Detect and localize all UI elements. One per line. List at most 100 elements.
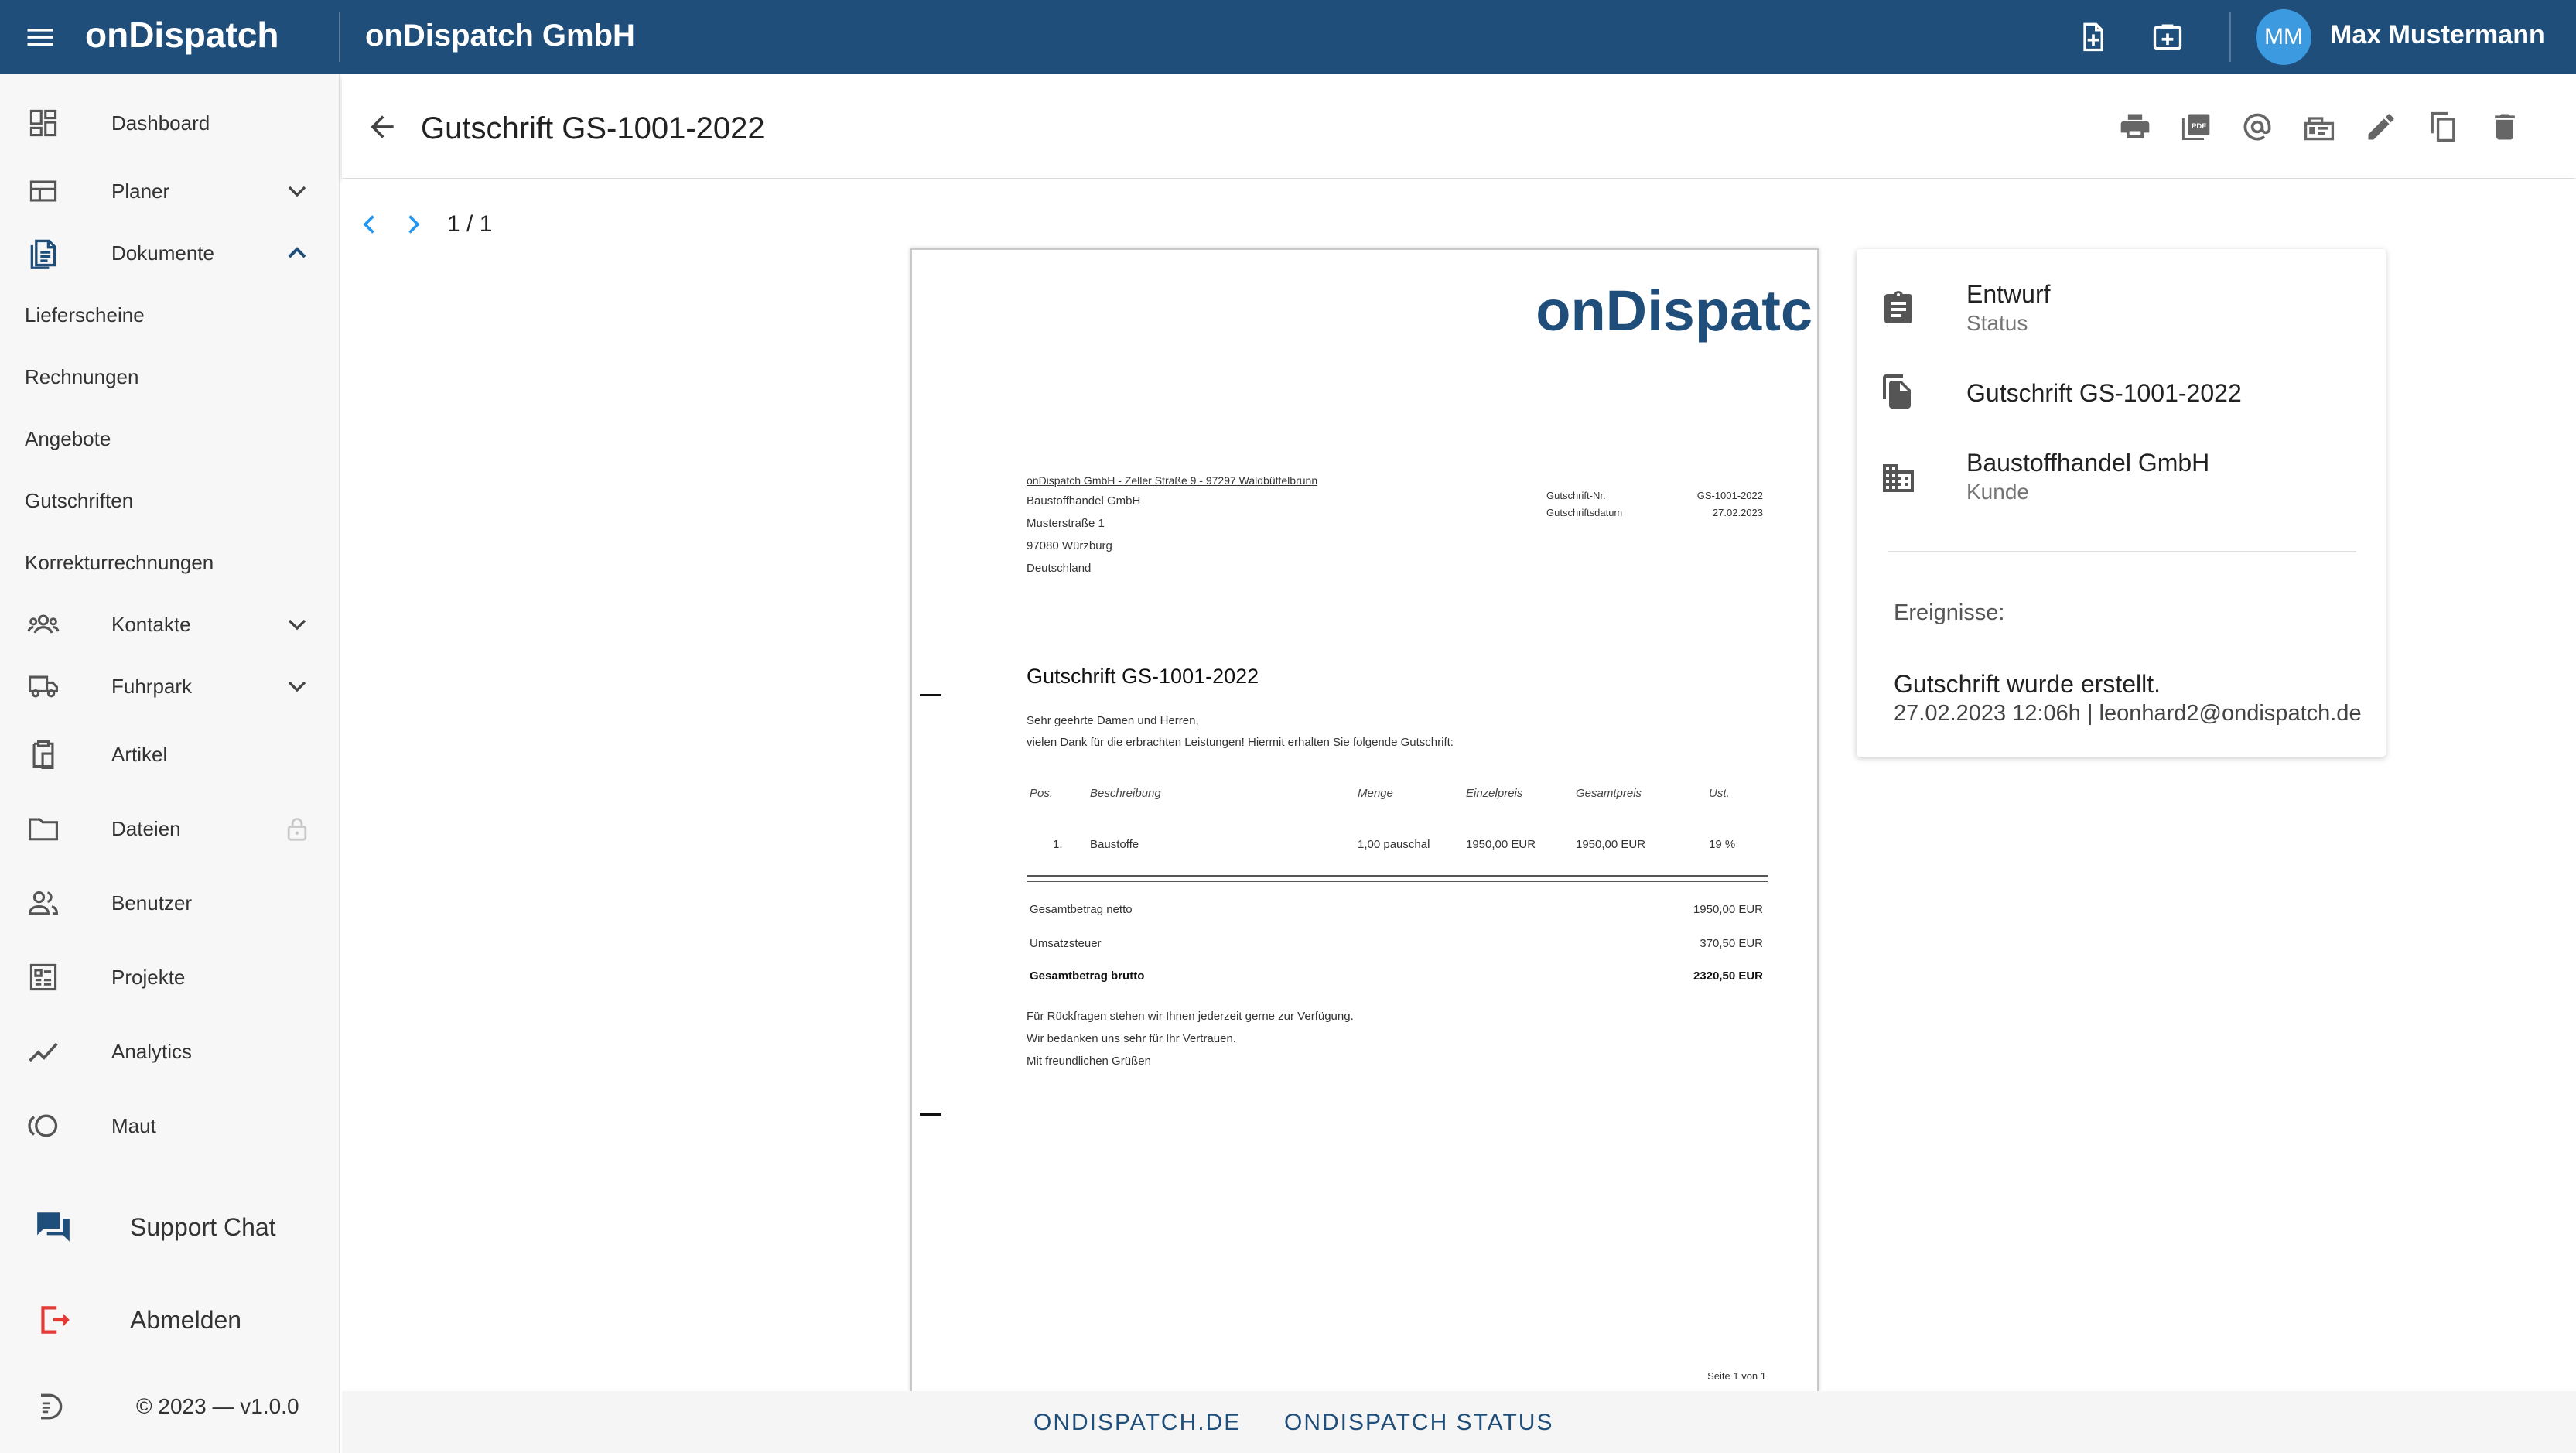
- status-label: Status: [1966, 311, 2028, 335]
- document-preview[interactable]: onDispatc onDispatch GmbH - Zeller Straß…: [910, 248, 1819, 1391]
- logout-label: Abmelden: [130, 1305, 242, 1334]
- total-label: Gesamtbetrag brutto: [1030, 969, 1145, 983]
- top-app-bar: onDispatch onDispatch GmbH MM Max Muster…: [0, 0, 2576, 74]
- sidebar-item-fuhrpark[interactable]: Fuhrpark: [0, 659, 340, 713]
- sidebar-item-kontakte[interactable]: Kontakte: [0, 597, 340, 651]
- sidebar-item-label: Fuhrpark: [111, 674, 193, 698]
- sidebar-item-label: Benutzer: [111, 891, 193, 915]
- row-description: Baustoffe: [1090, 838, 1139, 851]
- topbar-divider-right: [2229, 12, 2231, 62]
- add-box-icon[interactable]: [2151, 20, 2185, 54]
- event-text: Gutschrift wurde erstellt.: [1894, 670, 2161, 698]
- column-header: Beschreibung: [1090, 787, 1161, 800]
- sidebar-item-label: Dokumente: [111, 241, 214, 265]
- sidebar-item-artikel[interactable]: Artikel: [0, 727, 340, 781]
- total-value: 2320,50 EUR: [1693, 969, 1763, 983]
- document-name[interactable]: Gutschrift GS-1001-2022: [1966, 379, 2242, 408]
- chevron-down-icon[interactable]: [282, 176, 313, 207]
- sidebar-item-analytics[interactable]: Analytics: [0, 1024, 340, 1079]
- chevron-up-icon[interactable]: [282, 238, 313, 268]
- meta-label: Gutschrift-Nr.: [1546, 490, 1606, 501]
- page-navigator: 1 / 1: [356, 209, 492, 240]
- app-logo[interactable]: onDispatch: [85, 14, 278, 56]
- planner-icon: [26, 174, 60, 208]
- sidebar-item-label: Dateien: [111, 816, 181, 840]
- send-icon[interactable]: [2302, 110, 2336, 144]
- sidebar-item-dokumente[interactable]: Dokumente: [0, 226, 340, 280]
- toll-icon: [26, 1109, 60, 1143]
- support-chat-button[interactable]: Support Chat: [0, 1196, 340, 1258]
- row-vat: 19 %: [1709, 838, 1736, 851]
- menu-icon[interactable]: [23, 20, 57, 54]
- support-chat-label: Support Chat: [130, 1212, 276, 1241]
- pdf-icon[interactable]: PDF: [2178, 110, 2212, 144]
- logout-button[interactable]: Abmelden: [0, 1289, 340, 1351]
- info-card: Entwurf Status Gutschrift GS-1001-2022 B…: [1857, 249, 2386, 757]
- chevron-down-icon[interactable]: [282, 609, 313, 640]
- back-arrow-icon[interactable]: [365, 110, 399, 144]
- document-logo: onDispatc: [1536, 279, 1812, 343]
- svg-text:PDF: PDF: [2192, 122, 2206, 131]
- print-icon[interactable]: [2118, 110, 2152, 144]
- sidebar-subitem-lieferscheine[interactable]: Lieferscheine: [25, 303, 145, 327]
- sidebar-subitem-angebote[interactable]: Angebote: [25, 427, 111, 451]
- footer-link-status[interactable]: ONDISPATCH STATUS: [1284, 1410, 1553, 1436]
- user-name[interactable]: Max Mustermann: [2330, 20, 2545, 50]
- closing-line: Für Rückfragen stehen wir Ihnen jederzei…: [1027, 1010, 1354, 1023]
- fold-mark: [920, 694, 941, 696]
- sidebar-item-projekte[interactable]: Projekte: [0, 950, 340, 1004]
- events-label: Ereignisse:: [1894, 600, 2005, 625]
- row-pos: 1.: [1053, 838, 1063, 851]
- delete-icon[interactable]: [2488, 110, 2522, 144]
- meta-value: 27.02.2023: [1712, 507, 1763, 518]
- avatar[interactable]: MM: [2256, 9, 2311, 65]
- sidebar-item-maut[interactable]: Maut: [0, 1099, 340, 1153]
- recipient-line: Baustoffhandel GmbH: [1027, 494, 1141, 508]
- file-copy-icon: [1880, 373, 1917, 410]
- sidebar: Dashboard Planer Dokumente Lieferscheine…: [0, 74, 340, 1453]
- recipient-line: Deutschland: [1027, 562, 1092, 575]
- intro-text: vielen Dank für die erbrachten Leistunge…: [1027, 736, 1454, 749]
- sidebar-item-label: Dashboard: [111, 111, 210, 135]
- closing-line: Mit freundlichen Grüßen: [1027, 1055, 1151, 1068]
- projects-icon: [26, 960, 60, 994]
- row-unit-price: 1950,00 EUR: [1466, 838, 1536, 851]
- total-label: Umsatzsteuer: [1030, 937, 1102, 950]
- table-divider: [1027, 881, 1768, 882]
- sidebar-item-dateien[interactable]: Dateien: [0, 802, 340, 856]
- edit-icon[interactable]: [2364, 110, 2398, 144]
- app-mark-icon: [32, 1390, 67, 1424]
- note-add-icon[interactable]: [2076, 20, 2110, 54]
- chevron-down-icon[interactable]: [282, 671, 313, 702]
- sidebar-item-planer[interactable]: Planer: [0, 164, 340, 218]
- total-value: 1950,00 EUR: [1693, 903, 1763, 916]
- sidebar-item-label: Projekte: [111, 965, 186, 989]
- sender-line: onDispatch GmbH - Zeller Straße 9 - 9729…: [1027, 474, 1318, 487]
- row-total: 1950,00 EUR: [1576, 838, 1646, 851]
- sidebar-item-dashboard[interactable]: Dashboard: [0, 96, 340, 150]
- status-value: Entwurf: [1966, 280, 2051, 308]
- column-header: Einzelpreis: [1466, 787, 1523, 800]
- sidebar-item-label: Kontakte: [111, 612, 191, 636]
- chevron-left-icon[interactable]: [356, 210, 384, 238]
- email-icon[interactable]: [2240, 110, 2274, 144]
- customer-value[interactable]: Baustoffhandel GmbH: [1966, 449, 2209, 477]
- topbar-divider: [339, 12, 340, 62]
- sidebar-subitem-rechnungen[interactable]: Rechnungen: [25, 365, 138, 389]
- page-counter: 1 / 1: [447, 211, 493, 237]
- article-icon: [26, 737, 60, 771]
- chevron-right-icon[interactable]: [399, 210, 427, 238]
- sidebar-subitem-gutschriften[interactable]: Gutschriften: [25, 489, 133, 513]
- sidebar-item-label: Artikel: [111, 742, 168, 766]
- column-header: Menge: [1358, 787, 1393, 800]
- column-header: Pos.: [1030, 787, 1054, 800]
- chat-icon: [34, 1208, 73, 1246]
- sidebar-subitem-korrekturrechnungen[interactable]: Korrekturrechnungen: [25, 551, 214, 575]
- copy-icon[interactable]: [2426, 110, 2460, 144]
- page-footer: Seite 1 von 1: [1707, 1370, 1766, 1382]
- meta-value: GS-1001-2022: [1696, 490, 1763, 501]
- closing-line: Wir bedanken uns sehr für Ihr Vertrauen.: [1027, 1032, 1236, 1045]
- sidebar-item-benutzer[interactable]: Benutzer: [0, 876, 340, 930]
- greeting: Sehr geehrte Damen und Herren,: [1027, 714, 1199, 727]
- footer-link-website[interactable]: ONDISPATCH.DE: [1033, 1410, 1241, 1436]
